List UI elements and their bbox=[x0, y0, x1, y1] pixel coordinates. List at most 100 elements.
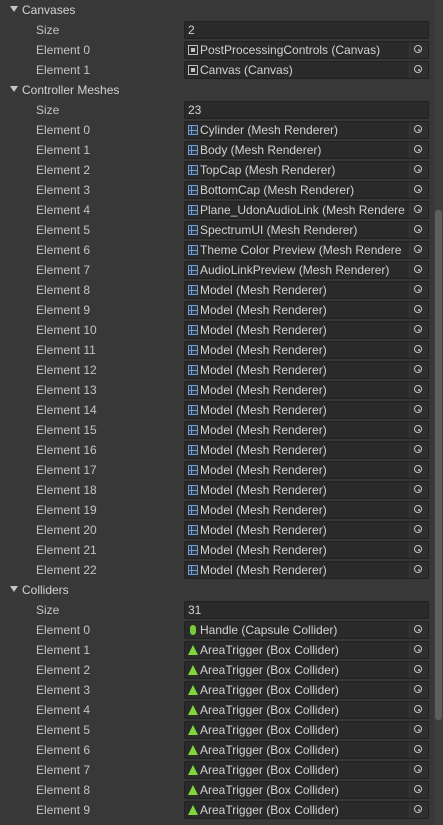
object-field[interactable]: Body (Mesh Renderer) bbox=[184, 141, 429, 159]
object-field[interactable]: Canvas (Canvas) bbox=[184, 61, 429, 79]
object-picker-icon[interactable] bbox=[409, 762, 428, 778]
picker-dot-shape bbox=[417, 328, 420, 331]
object-field[interactable]: Handle (Capsule Collider) bbox=[184, 621, 429, 639]
object-field[interactable]: AreaTrigger (Box Collider) bbox=[184, 781, 429, 799]
element-label: Element 18 bbox=[36, 483, 97, 497]
object-field[interactable]: TopCap (Mesh Renderer) bbox=[184, 161, 429, 179]
object-picker-icon[interactable] bbox=[409, 802, 428, 818]
picker-dot-shape bbox=[417, 228, 420, 231]
object-field[interactable]: SpectrumUI (Mesh Renderer) bbox=[184, 221, 429, 239]
object-field[interactable]: Model (Mesh Renderer) bbox=[184, 341, 429, 359]
object-picker-icon[interactable] bbox=[409, 242, 428, 258]
list-item: Element 14 Model (Mesh Renderer) bbox=[0, 400, 443, 420]
scrollbar-thumb[interactable] bbox=[435, 210, 442, 720]
object-field[interactable]: AreaTrigger (Box Collider) bbox=[184, 641, 429, 659]
object-picker-icon[interactable] bbox=[409, 282, 428, 298]
object-picker-icon[interactable] bbox=[409, 722, 428, 738]
vertical-scrollbar[interactable] bbox=[434, 0, 443, 825]
object-picker-icon[interactable] bbox=[409, 702, 428, 718]
picker-dot-shape bbox=[417, 708, 420, 711]
object-field[interactable]: AreaTrigger (Box Collider) bbox=[184, 681, 429, 699]
object-picker-icon[interactable] bbox=[409, 622, 428, 638]
object-picker-icon[interactable] bbox=[409, 382, 428, 398]
list-item: Element 1 Canvas (Canvas) bbox=[0, 60, 443, 80]
object-picker-icon[interactable] bbox=[409, 442, 428, 458]
object-picker-icon[interactable] bbox=[409, 642, 428, 658]
list-item: Element 20 Model (Mesh Renderer) bbox=[0, 520, 443, 540]
mesh-renderer-icon bbox=[188, 165, 198, 175]
element-label: Element 1 bbox=[36, 143, 91, 157]
object-picker-icon[interactable] bbox=[409, 462, 428, 478]
element-label: Element 11 bbox=[36, 343, 96, 357]
object-picker-icon[interactable] bbox=[409, 122, 428, 138]
object-field[interactable]: Theme Color Preview (Mesh Rendere bbox=[184, 241, 429, 259]
object-picker-icon[interactable] bbox=[409, 142, 428, 158]
object-field[interactable]: AreaTrigger (Box Collider) bbox=[184, 741, 429, 759]
element-label: Element 12 bbox=[36, 363, 97, 377]
foldout-arrow-icon[interactable] bbox=[10, 586, 18, 592]
object-picker-icon[interactable] bbox=[409, 162, 428, 178]
size-input[interactable]: 23 bbox=[184, 101, 429, 119]
object-field[interactable]: AreaTrigger (Box Collider) bbox=[184, 801, 429, 819]
object-field[interactable]: Model (Mesh Renderer) bbox=[184, 301, 429, 319]
object-picker-icon[interactable] bbox=[409, 502, 428, 518]
object-field[interactable]: Model (Mesh Renderer) bbox=[184, 441, 429, 459]
object-field[interactable]: Model (Mesh Renderer) bbox=[184, 481, 429, 499]
object-picker-icon[interactable] bbox=[409, 682, 428, 698]
object-picker-icon[interactable] bbox=[409, 62, 428, 78]
foldout-colliders[interactable]: Colliders bbox=[0, 580, 443, 600]
object-field[interactable]: Model (Mesh Renderer) bbox=[184, 461, 429, 479]
object-field[interactable]: AreaTrigger (Box Collider) bbox=[184, 761, 429, 779]
object-picker-icon[interactable] bbox=[409, 42, 428, 58]
object-picker-icon[interactable] bbox=[409, 262, 428, 278]
foldout-controller-meshes[interactable]: Controller Meshes bbox=[0, 80, 443, 100]
object-picker-icon[interactable] bbox=[409, 342, 428, 358]
object-picker-icon[interactable] bbox=[409, 422, 428, 438]
object-field[interactable]: AreaTrigger (Box Collider) bbox=[184, 701, 429, 719]
object-field[interactable]: AreaTrigger (Box Collider) bbox=[184, 661, 429, 679]
object-picker-icon[interactable] bbox=[409, 782, 428, 798]
object-picker-icon[interactable] bbox=[409, 222, 428, 238]
object-field[interactable]: AudioLinkPreview (Mesh Renderer) bbox=[184, 261, 429, 279]
object-picker-icon[interactable] bbox=[409, 742, 428, 758]
object-picker-icon[interactable] bbox=[409, 562, 428, 578]
object-picker-icon[interactable] bbox=[409, 182, 428, 198]
object-field[interactable]: Model (Mesh Renderer) bbox=[184, 401, 429, 419]
foldout-arrow-icon[interactable] bbox=[10, 86, 18, 92]
object-field[interactable]: Model (Mesh Renderer) bbox=[184, 541, 429, 559]
object-field[interactable]: PostProcessingControls (Canvas) bbox=[184, 41, 429, 59]
foldout-canvases[interactable]: Canvases bbox=[0, 0, 443, 20]
object-field[interactable]: Model (Mesh Renderer) bbox=[184, 561, 429, 579]
object-field[interactable]: Plane_UdonAudioLink (Mesh Rendere bbox=[184, 201, 429, 219]
object-picker-icon[interactable] bbox=[409, 662, 428, 678]
object-picker-icon[interactable] bbox=[409, 202, 428, 218]
object-picker-icon[interactable] bbox=[409, 322, 428, 338]
object-picker-icon[interactable] bbox=[409, 542, 428, 558]
mesh-renderer-icon bbox=[188, 385, 198, 395]
object-field[interactable]: Model (Mesh Renderer) bbox=[184, 421, 429, 439]
object-picker-icon[interactable] bbox=[409, 362, 428, 378]
object-field[interactable]: Model (Mesh Renderer) bbox=[184, 501, 429, 519]
object-field[interactable]: Model (Mesh Renderer) bbox=[184, 281, 429, 299]
object-picker-icon[interactable] bbox=[409, 482, 428, 498]
foldout-arrow-icon[interactable] bbox=[10, 6, 18, 12]
object-picker-icon[interactable] bbox=[409, 402, 428, 418]
object-field[interactable]: BottomCap (Mesh Renderer) bbox=[184, 181, 429, 199]
object-field[interactable]: Model (Mesh Renderer) bbox=[184, 521, 429, 539]
object-field[interactable]: AreaTrigger (Box Collider) bbox=[184, 721, 429, 739]
picker-dot-shape bbox=[417, 168, 420, 171]
object-field[interactable]: Model (Mesh Renderer) bbox=[184, 321, 429, 339]
size-input[interactable]: 31 bbox=[184, 601, 429, 619]
object-picker-icon[interactable] bbox=[409, 522, 428, 538]
object-field[interactable]: Cylinder (Mesh Renderer) bbox=[184, 121, 429, 139]
size-input[interactable]: 2 bbox=[184, 21, 429, 39]
object-field-value: AreaTrigger (Box Collider) bbox=[200, 783, 339, 797]
mesh-renderer-icon bbox=[188, 405, 198, 415]
object-picker-icon[interactable] bbox=[409, 302, 428, 318]
mesh-renderer-icon bbox=[188, 205, 198, 215]
object-field[interactable]: Model (Mesh Renderer) bbox=[184, 381, 429, 399]
canvas-icon bbox=[188, 45, 198, 55]
object-field[interactable]: Model (Mesh Renderer) bbox=[184, 361, 429, 379]
box-collider-icon bbox=[188, 645, 198, 655]
box-collider-icon bbox=[188, 785, 198, 795]
